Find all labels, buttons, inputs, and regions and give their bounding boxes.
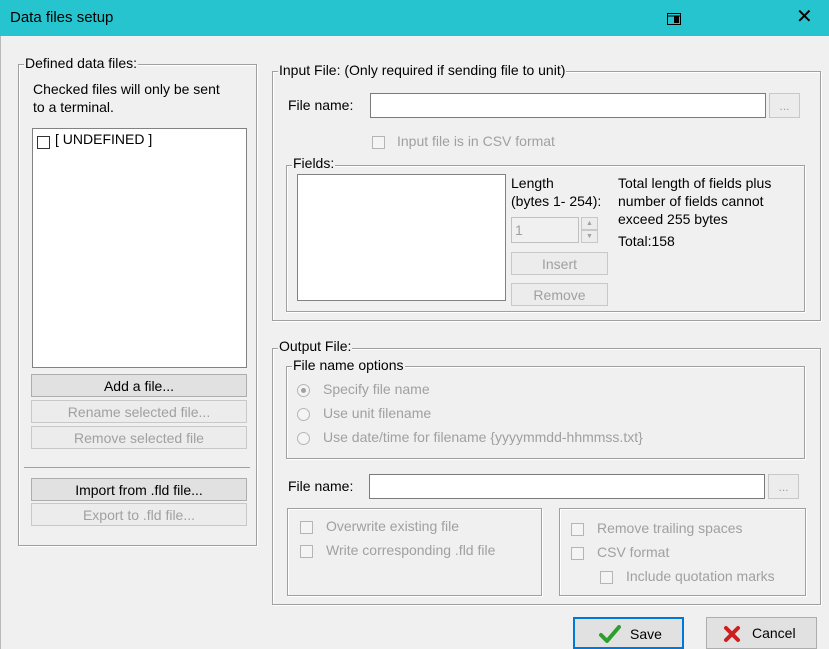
input-browse-button[interactable]: ... [769, 93, 800, 118]
quotation-marks-checkbox[interactable] [600, 571, 613, 584]
defined-files-note-2: to a terminal. [33, 99, 114, 115]
fields-info-line2: number of fields cannot [618, 193, 764, 209]
quotation-marks-label: Include quotation marks [626, 568, 775, 584]
defined-files-list[interactable] [32, 128, 247, 368]
length-range-label: (bytes 1- 254): [511, 193, 602, 209]
overwrite-label: Overwrite existing file [326, 518, 460, 534]
length-value: 1 [515, 222, 523, 238]
write-fld-checkbox[interactable] [300, 545, 313, 558]
list-item[interactable]: [ UNDEFINED ] [55, 131, 152, 147]
x-icon [723, 625, 741, 646]
undefined-file-checkbox[interactable] [37, 136, 50, 149]
trailing-spaces-checkbox[interactable] [571, 523, 584, 536]
remove-file-button[interactable]: Remove selected file [31, 426, 247, 449]
csv-format-label: CSV format [597, 544, 670, 560]
length-label: Length [511, 175, 554, 191]
input-file-name-label: File name: [288, 97, 354, 113]
input-csv-checkbox[interactable] [372, 136, 385, 149]
fields-info-line3: exceed 255 bytes [618, 211, 728, 227]
output-file-legend: Output File: [278, 338, 353, 354]
csv-format-checkbox[interactable] [571, 547, 584, 560]
output-file-name-input[interactable] [369, 474, 765, 499]
add-file-button[interactable]: Add a file... [31, 374, 247, 397]
import-fld-button[interactable]: Import from .fld file... [31, 478, 247, 501]
save-label: Save [630, 626, 662, 642]
check-icon [599, 625, 621, 646]
fields-list[interactable] [297, 174, 506, 301]
title-bar[interactable] [0, 0, 829, 36]
opt-datetime-radio[interactable] [297, 432, 310, 445]
cancel-button[interactable]: Cancel [706, 617, 817, 649]
defined-files-legend: Defined data files: [24, 55, 139, 71]
remove-field-button[interactable]: Remove [511, 283, 608, 306]
opt-unit-radio[interactable] [297, 408, 310, 421]
write-fld-label: Write corresponding .fld file [326, 542, 496, 558]
close-icon[interactable]: ✕ [796, 6, 813, 28]
length-input[interactable]: 1 [511, 217, 579, 243]
opt-specify-radio[interactable] [297, 384, 310, 397]
output-file-name-label: File name: [288, 478, 354, 494]
cancel-label: Cancel [752, 625, 796, 641]
export-fld-button[interactable]: Export to .fld file... [31, 503, 247, 526]
save-button[interactable]: Save [573, 617, 684, 649]
input-csv-label: Input file is in CSV format [397, 133, 555, 149]
divider [24, 467, 250, 468]
snap-layout-icon[interactable] [667, 12, 681, 25]
rename-file-button[interactable]: Rename selected file... [31, 400, 247, 423]
fields-info-line1: Total length of fields plus [618, 175, 772, 191]
spin-up-icon[interactable]: ▲ [581, 217, 598, 230]
opt-datetime-label: Use date/time for filename {yyyymmdd-hhm… [323, 429, 643, 445]
insert-field-button[interactable]: Insert [511, 252, 608, 275]
spin-down-icon[interactable]: ▼ [581, 230, 598, 243]
overwrite-checkbox[interactable] [300, 521, 313, 534]
input-file-legend: Input File: (Only required if sending fi… [278, 62, 567, 78]
input-file-name-input[interactable] [370, 93, 766, 118]
opt-unit-label: Use unit filename [323, 405, 432, 421]
opt-specify-label: Specify file name [323, 381, 430, 397]
output-browse-button[interactable]: ... [768, 474, 799, 499]
window-title: Data files setup [10, 9, 114, 26]
fields-total: Total:158 [618, 233, 675, 249]
file-name-options-legend: File name options [292, 357, 405, 373]
defined-files-note: Checked files will only be sent [33, 81, 220, 97]
trailing-spaces-label: Remove trailing spaces [597, 520, 743, 536]
fields-legend: Fields: [292, 155, 336, 171]
